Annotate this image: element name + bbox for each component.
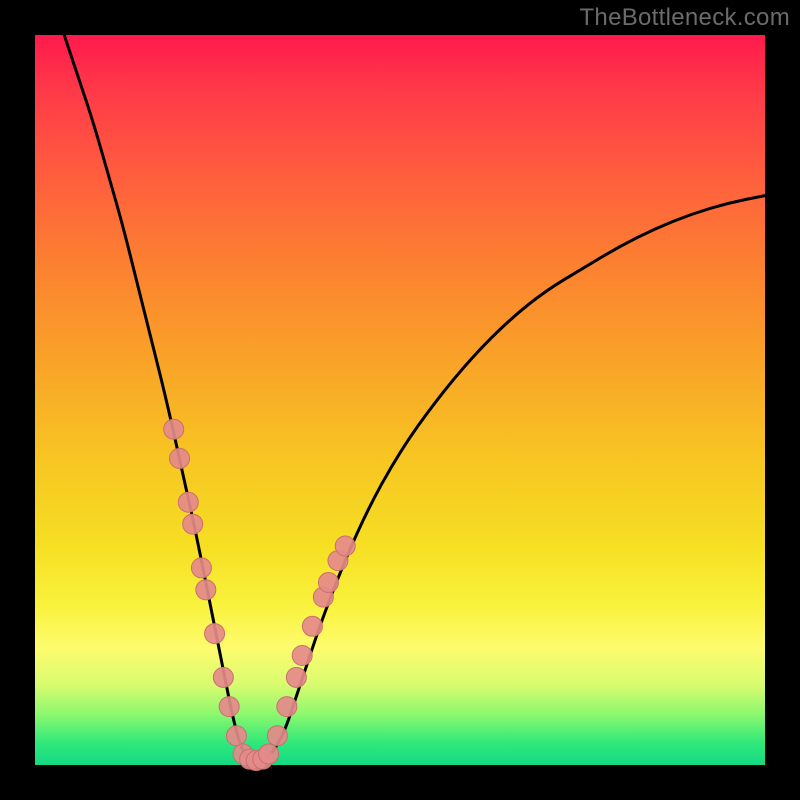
chart-frame: TheBottleneck.com: [0, 0, 800, 800]
data-marker: [191, 558, 211, 578]
bottleneck-curve: [64, 35, 765, 761]
data-marker: [213, 667, 233, 687]
data-marker: [335, 536, 355, 556]
chart-svg: [0, 0, 800, 800]
data-marker: [302, 616, 322, 636]
data-marker: [196, 580, 216, 600]
data-marker: [259, 744, 279, 764]
data-marker: [183, 514, 203, 534]
data-marker: [286, 667, 306, 687]
data-marker: [267, 726, 287, 746]
data-marker: [292, 646, 312, 666]
marker-layer: [164, 419, 356, 770]
data-marker: [205, 624, 225, 644]
data-marker: [219, 697, 239, 717]
data-marker: [226, 726, 246, 746]
data-marker: [277, 697, 297, 717]
data-marker: [178, 492, 198, 512]
data-marker: [318, 573, 338, 593]
curve-layer: [64, 35, 765, 761]
data-marker: [164, 419, 184, 439]
data-marker: [170, 448, 190, 468]
